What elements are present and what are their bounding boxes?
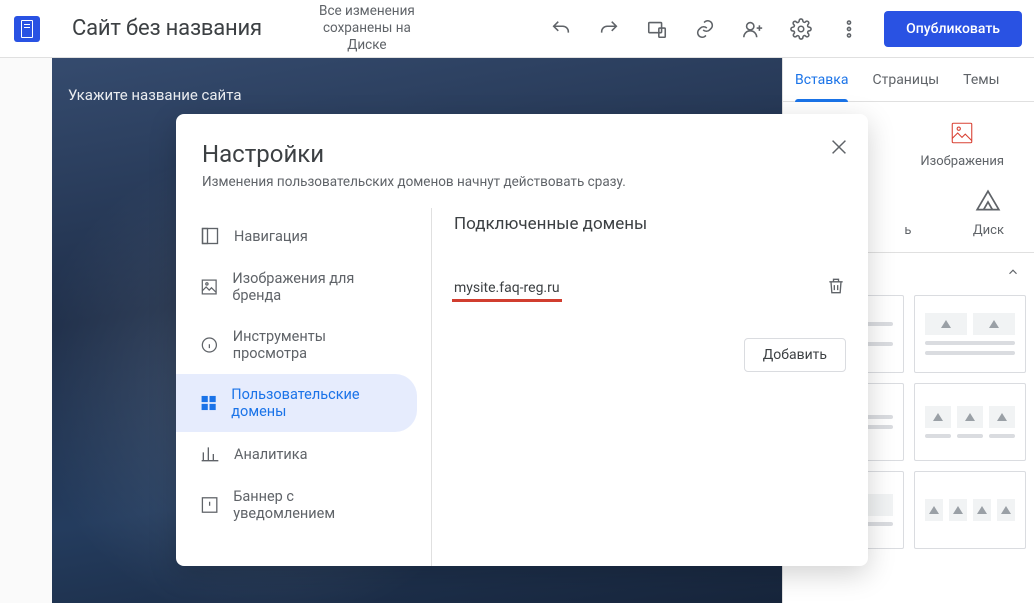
nav-label: Баннер с уведомлением (233, 488, 393, 522)
trash-icon (826, 276, 846, 296)
close-button[interactable] (828, 136, 850, 162)
panel-item-label: Диск (973, 223, 1004, 238)
nav-item-brand-images[interactable]: Изображения для бренда (176, 258, 417, 316)
grid-icon (200, 393, 217, 413)
gear-icon[interactable] (790, 18, 812, 40)
template-card[interactable] (914, 471, 1027, 549)
nav-label: Инструменты просмотра (233, 328, 393, 362)
close-icon (828, 136, 850, 158)
modal-title: Настройки (202, 140, 842, 168)
save-status: Все изменения сохранены на Диске (302, 3, 432, 54)
chart-icon (200, 444, 220, 464)
template-card[interactable] (914, 295, 1027, 373)
tab-insert[interactable]: Вставка (783, 58, 860, 101)
site-title-placeholder[interactable]: Укажите название сайта (68, 86, 241, 104)
panel-item-label: Изображения (920, 154, 1004, 169)
nav-label: Изображения для бренда (232, 270, 393, 304)
link-icon[interactable] (694, 18, 716, 40)
share-icon[interactable] (742, 18, 764, 40)
redo-icon[interactable] (598, 18, 620, 40)
preview-icon[interactable] (646, 18, 668, 40)
modal-subtitle: Изменения пользовательских доменов начну… (202, 174, 842, 190)
nav-item-analytics[interactable]: Аналитика (176, 432, 417, 476)
header: Сайт без названия Все изменения сохранен… (0, 0, 1034, 58)
add-domain-button[interactable]: Добавить (744, 338, 846, 372)
nav-item-navigation[interactable]: Навигация (176, 214, 417, 258)
template-card[interactable] (914, 383, 1027, 461)
chevron-up-icon (1006, 265, 1020, 279)
publish-button[interactable]: Опубликовать (884, 11, 1022, 47)
nav-icon (200, 226, 220, 246)
nav-item-banner[interactable]: Баннер с уведомлением (176, 476, 417, 534)
panel-item-embed-fragment[interactable]: ь (895, 189, 921, 238)
nav-item-custom-domains[interactable]: Пользовательские домены (176, 374, 417, 432)
undo-icon[interactable] (550, 18, 572, 40)
panel-item-images[interactable]: Изображения (920, 120, 1004, 169)
app-logo[interactable] (14, 16, 40, 42)
nav-label: Навигация (234, 228, 308, 245)
image-icon (200, 277, 218, 297)
panel-item-drive[interactable]: Диск (973, 189, 1004, 238)
tab-pages[interactable]: Страницы (860, 58, 951, 101)
domain-row: mysite.faq-reg.ru (454, 268, 846, 308)
document-title[interactable]: Сайт без названия (72, 16, 262, 41)
image-icon (949, 120, 975, 146)
drive-icon (975, 189, 1001, 215)
alert-icon (200, 495, 219, 515)
panel-item-label: ь (904, 223, 911, 238)
settings-modal: Настройки Изменения пользовательских дом… (176, 114, 868, 566)
nav-label: Аналитика (234, 446, 308, 463)
domain-value[interactable]: mysite.faq-reg.ru (454, 280, 560, 296)
content-heading: Подключенные домены (454, 214, 846, 234)
nav-item-viewer-tools[interactable]: Инструменты просмотра (176, 316, 417, 374)
info-icon (200, 335, 219, 355)
nav-label: Пользовательские домены (231, 386, 393, 420)
embed-icon (895, 189, 921, 215)
more-icon[interactable] (838, 18, 860, 40)
delete-domain-button[interactable] (826, 276, 846, 300)
settings-nav: Навигация Изображения для бренда Инструм… (176, 208, 431, 566)
tab-themes[interactable]: Темы (951, 58, 1011, 101)
settings-content: Подключенные домены mysite.faq-reg.ru До… (431, 208, 868, 566)
